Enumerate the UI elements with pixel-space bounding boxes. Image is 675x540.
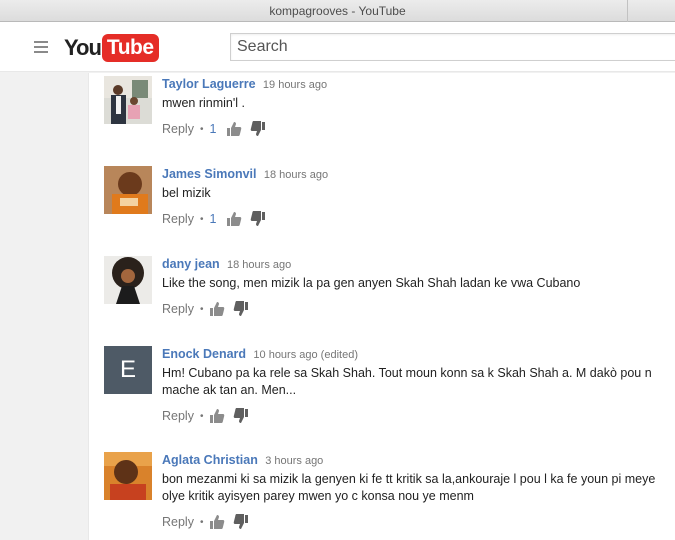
- youtube-logo[interactable]: You Tube: [64, 33, 159, 63]
- comment-text: mwen rinmin'l .: [162, 96, 245, 110]
- comment-time[interactable]: 10 hours ago (edited): [253, 349, 358, 361]
- thumbs-down-icon[interactable]: [250, 211, 266, 227]
- comment-author[interactable]: dany jean: [162, 257, 220, 271]
- thumbs-down-icon[interactable]: [233, 408, 249, 424]
- comment-text: bel mizik: [162, 186, 211, 200]
- comment-text: bon mezanmi ki sa mizik la genyen ki fe …: [162, 472, 656, 503]
- thumbs-up-icon[interactable]: [209, 301, 225, 317]
- thumbs-down-icon[interactable]: [233, 301, 249, 317]
- thumbs-up-icon[interactable]: [226, 121, 242, 137]
- thumbs-up-icon[interactable]: [209, 514, 225, 530]
- comments-section: Taylor Laguerre 19 hours ago mwen rinmin…: [88, 73, 675, 540]
- comment-author[interactable]: James Simonvil: [162, 167, 257, 181]
- comment-time[interactable]: 19 hours ago: [263, 79, 327, 91]
- thumbs-up-icon[interactable]: [209, 408, 225, 424]
- comment-time[interactable]: 3 hours ago: [265, 455, 323, 467]
- thumbs-down-icon[interactable]: [250, 121, 266, 137]
- reply-button[interactable]: Reply: [162, 212, 194, 226]
- logo-you-text: You: [64, 35, 102, 60]
- logo-tube-text: Tube: [101, 34, 159, 62]
- thumbs-down-icon[interactable]: [233, 514, 249, 530]
- youtube-masthead: You Tube Search: [0, 22, 675, 72]
- separator-dot: •: [199, 303, 204, 315]
- browser-title-bar: kompagrooves - YouTube: [0, 0, 675, 22]
- comment-author[interactable]: Taylor Laguerre: [162, 77, 256, 91]
- avatar[interactable]: [104, 256, 152, 304]
- menu-icon[interactable]: [34, 41, 48, 53]
- reply-button[interactable]: Reply: [162, 515, 194, 529]
- separator-dot: •: [199, 213, 204, 225]
- comment-author[interactable]: Aglata Christian: [162, 453, 258, 467]
- avatar[interactable]: E: [104, 346, 152, 394]
- avatar[interactable]: [104, 166, 152, 214]
- separator-dot: •: [199, 123, 204, 135]
- comment-text: Like the song, men mizik la pa gen anyen…: [162, 276, 581, 290]
- titlebar-divider: [627, 0, 628, 22]
- separator-dot: •: [199, 410, 204, 422]
- like-count: 1: [209, 212, 217, 226]
- reply-button[interactable]: Reply: [162, 409, 194, 423]
- separator-dot: •: [199, 516, 204, 528]
- avatar[interactable]: [104, 76, 152, 124]
- search-input[interactable]: Search: [230, 33, 675, 61]
- thumbs-up-icon[interactable]: [226, 211, 242, 227]
- reply-button[interactable]: Reply: [162, 302, 194, 316]
- comment-text: Hm! Cubano pa ka rele sa Skah Shah. Tout…: [162, 366, 652, 397]
- comment-time[interactable]: 18 hours ago: [264, 169, 328, 181]
- reply-button[interactable]: Reply: [162, 122, 194, 136]
- avatar[interactable]: [104, 452, 152, 500]
- comment-author[interactable]: Enock Denard: [162, 347, 246, 361]
- window-title: kompagrooves - YouTube: [269, 4, 406, 18]
- comment-time[interactable]: 18 hours ago: [227, 259, 291, 271]
- like-count: 1: [209, 122, 217, 136]
